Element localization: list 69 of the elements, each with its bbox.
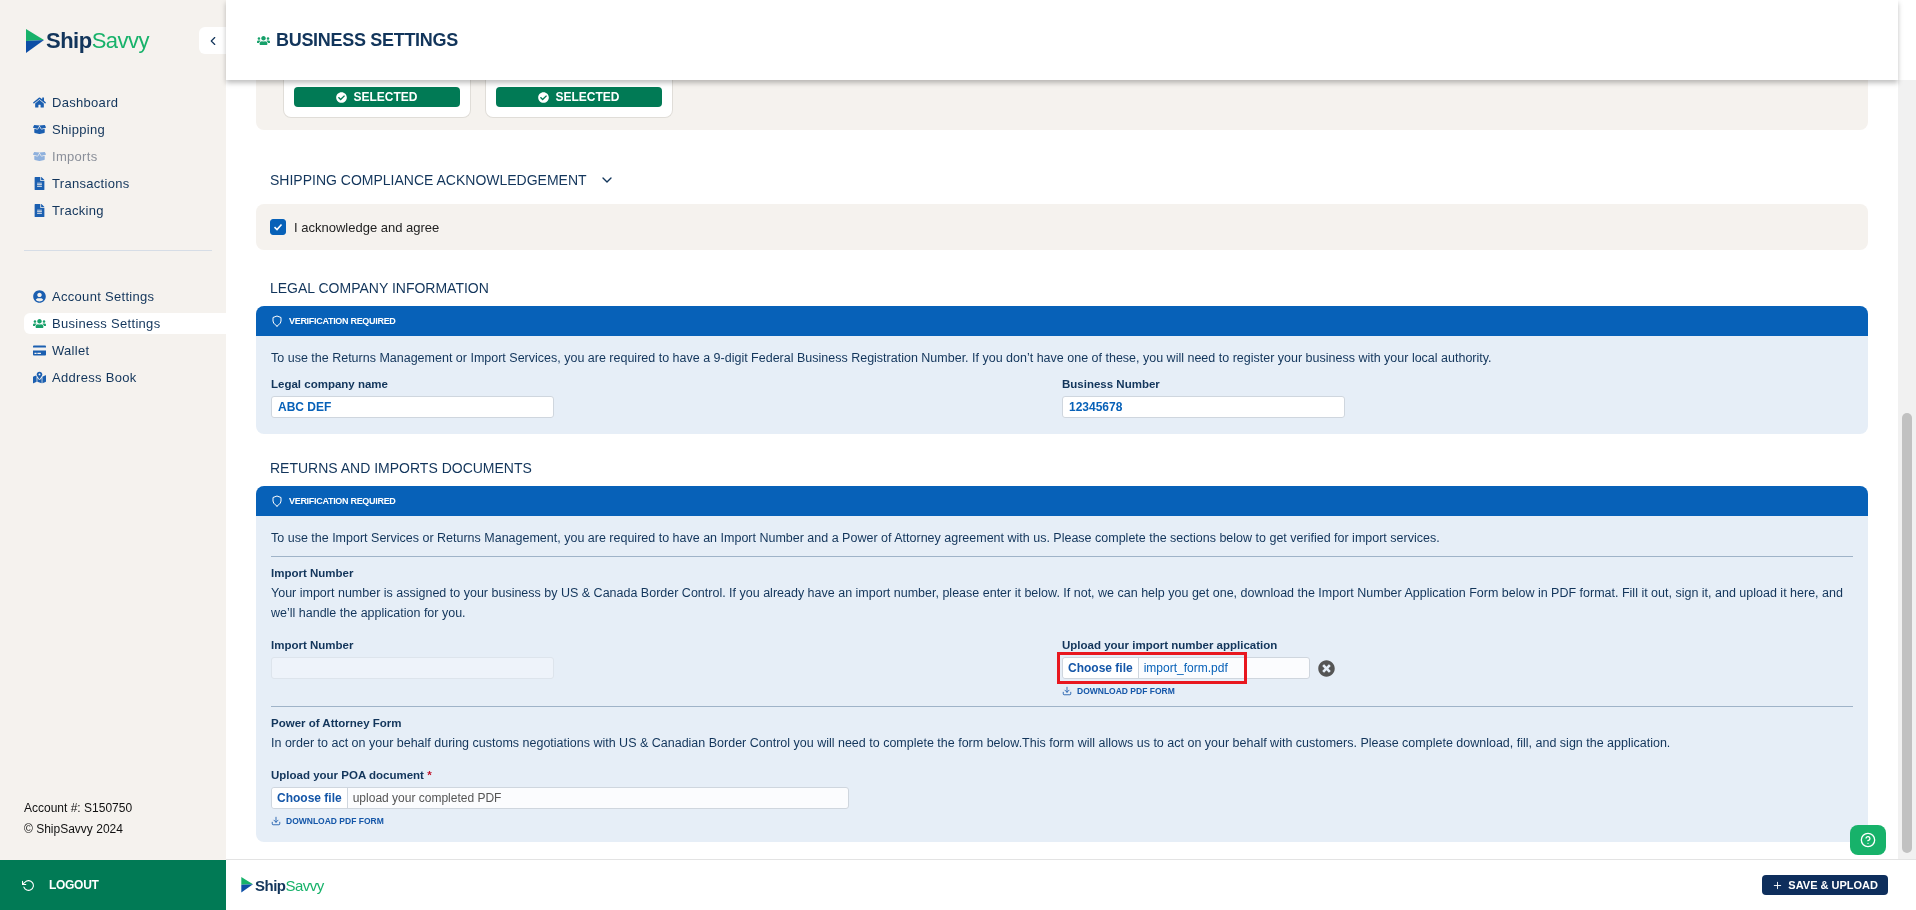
clear-icon[interactable] <box>1318 659 1335 677</box>
sidebar-item[interactable]: Tracking <box>24 200 226 221</box>
input-field[interactable]: 12345678 <box>1062 396 1345 418</box>
sidebar-item[interactable]: Shipping <box>24 119 226 140</box>
input-field[interactable]: ABC DEF <box>271 396 554 418</box>
choose-file-button[interactable]: Choose file <box>272 788 348 808</box>
section-title: RETURNS AND IMPORTS DOCUMENTS <box>270 460 532 476</box>
account-number: Account #: S150750 <box>24 801 134 815</box>
map-icon <box>33 371 46 384</box>
sidebar-item[interactable]: Wallet <box>24 340 226 361</box>
help-button[interactable] <box>1850 825 1886 855</box>
selected-button[interactable]: SELECTED <box>294 87 460 107</box>
download-link[interactable]: DOWNLOAD PDF FORM <box>1062 686 1175 696</box>
sidebar-item[interactable]: Business Settings <box>24 313 226 334</box>
intro-text: To use the Import Services or Returns Management, you are required to have an Import Number and a Power of Attorney agreement with us. Please complete the sections below to get verified for import services. <box>271 530 1441 547</box>
collapse-button[interactable] <box>199 27 226 54</box>
field-label: Import Number <box>271 639 354 651</box>
field-label: Upload your import number application <box>1062 639 1278 651</box>
logo-icon <box>24 29 44 53</box>
poa-text: In order to act on your behalf during customs negotiations with US & Canadian Border Control you will need to complete the form below.This form will allows us to act on your behalf with customers. Please complete download, fill, and sign the application. <box>271 735 1672 752</box>
import-number-text: Your import number is assigned to your business by US & Canada Border Control. If you already have an import number, please enter it below. If not, we can help you get one, download the Import Number Application Form below in PDF format. Fill it out, sign it, and upload it here, and we’ll handle the application for you. <box>271 585 1844 622</box>
check-icon <box>273 222 283 232</box>
choose-file-button[interactable]: Choose file <box>1063 658 1139 678</box>
banner-text: VERIFICATION REQUIRED <box>289 316 396 326</box>
subsection-title: Import Number <box>271 567 354 579</box>
banner-text: VERIFICATION REQUIRED <box>289 496 396 506</box>
people-icon <box>33 317 46 330</box>
scrollbar[interactable] <box>1898 80 1916 859</box>
user-icon <box>33 290 46 303</box>
file-placeholder: upload your completed PDF <box>351 791 502 805</box>
logout-button[interactable]: LOGOUT <box>0 860 226 910</box>
section-title: SHIPPING COMPLIANCE ACKNOWLEDGEMENT <box>270 172 587 188</box>
download-icon <box>271 816 281 826</box>
field-label: Upload your POA document * <box>271 769 432 781</box>
field-label: Legal company name <box>271 378 388 390</box>
sidebar-item[interactable]: Address Book <box>24 367 226 388</box>
sidebar-item[interactable]: Dashboard <box>24 92 226 113</box>
home-icon <box>33 96 46 109</box>
field-label: Business Number <box>1062 378 1160 390</box>
page-title: BUSINESS SETTINGS <box>276 29 458 51</box>
brand-name: ShipSavvy <box>255 876 324 894</box>
sidebar-item[interactable]: Account Settings <box>24 286 226 307</box>
shield-icon <box>271 315 283 327</box>
download-link[interactable]: DOWNLOAD PDF FORM <box>271 816 384 826</box>
intro-text: To use the Returns Management or Import Services, you are required to have a 9-digit Federal Business Registration Number. If you don’t have one of these, you will need to register your business with your local authority. <box>271 350 1493 367</box>
acknowledge-checkbox[interactable] <box>270 219 286 235</box>
brand-name: ShipSavvy <box>46 28 150 54</box>
copyright-text: © ShipSavvy 2024 <box>24 822 124 836</box>
card-icon <box>33 344 46 357</box>
file-name: import_form.pdf <box>1142 661 1228 675</box>
save-upload-button[interactable]: SAVE & UPLOAD <box>1762 875 1888 895</box>
shield-icon <box>271 495 283 507</box>
section-title: LEGAL COMPANY INFORMATION <box>270 280 489 296</box>
people-icon <box>257 33 270 47</box>
box-icon <box>33 123 46 136</box>
logout-icon <box>22 878 35 892</box>
document-icon <box>33 177 46 190</box>
file-field[interactable]: Choose file upload your completed PDF <box>271 787 849 809</box>
document-icon <box>33 204 46 217</box>
selected-button[interactable]: SELECTED <box>496 87 662 107</box>
subsection-title: Power of Attorney Form <box>271 717 402 729</box>
plus-icon <box>1772 879 1784 891</box>
box-icon <box>33 150 46 163</box>
checkbox-label: I acknowledge and agree <box>294 219 440 235</box>
sidebar-item[interactable]: Transactions <box>24 173 226 194</box>
help-icon <box>1860 832 1876 848</box>
logo-icon <box>240 877 253 893</box>
file-field[interactable]: Choose file import_form.pdf <box>1062 657 1310 679</box>
download-icon <box>1062 686 1072 696</box>
